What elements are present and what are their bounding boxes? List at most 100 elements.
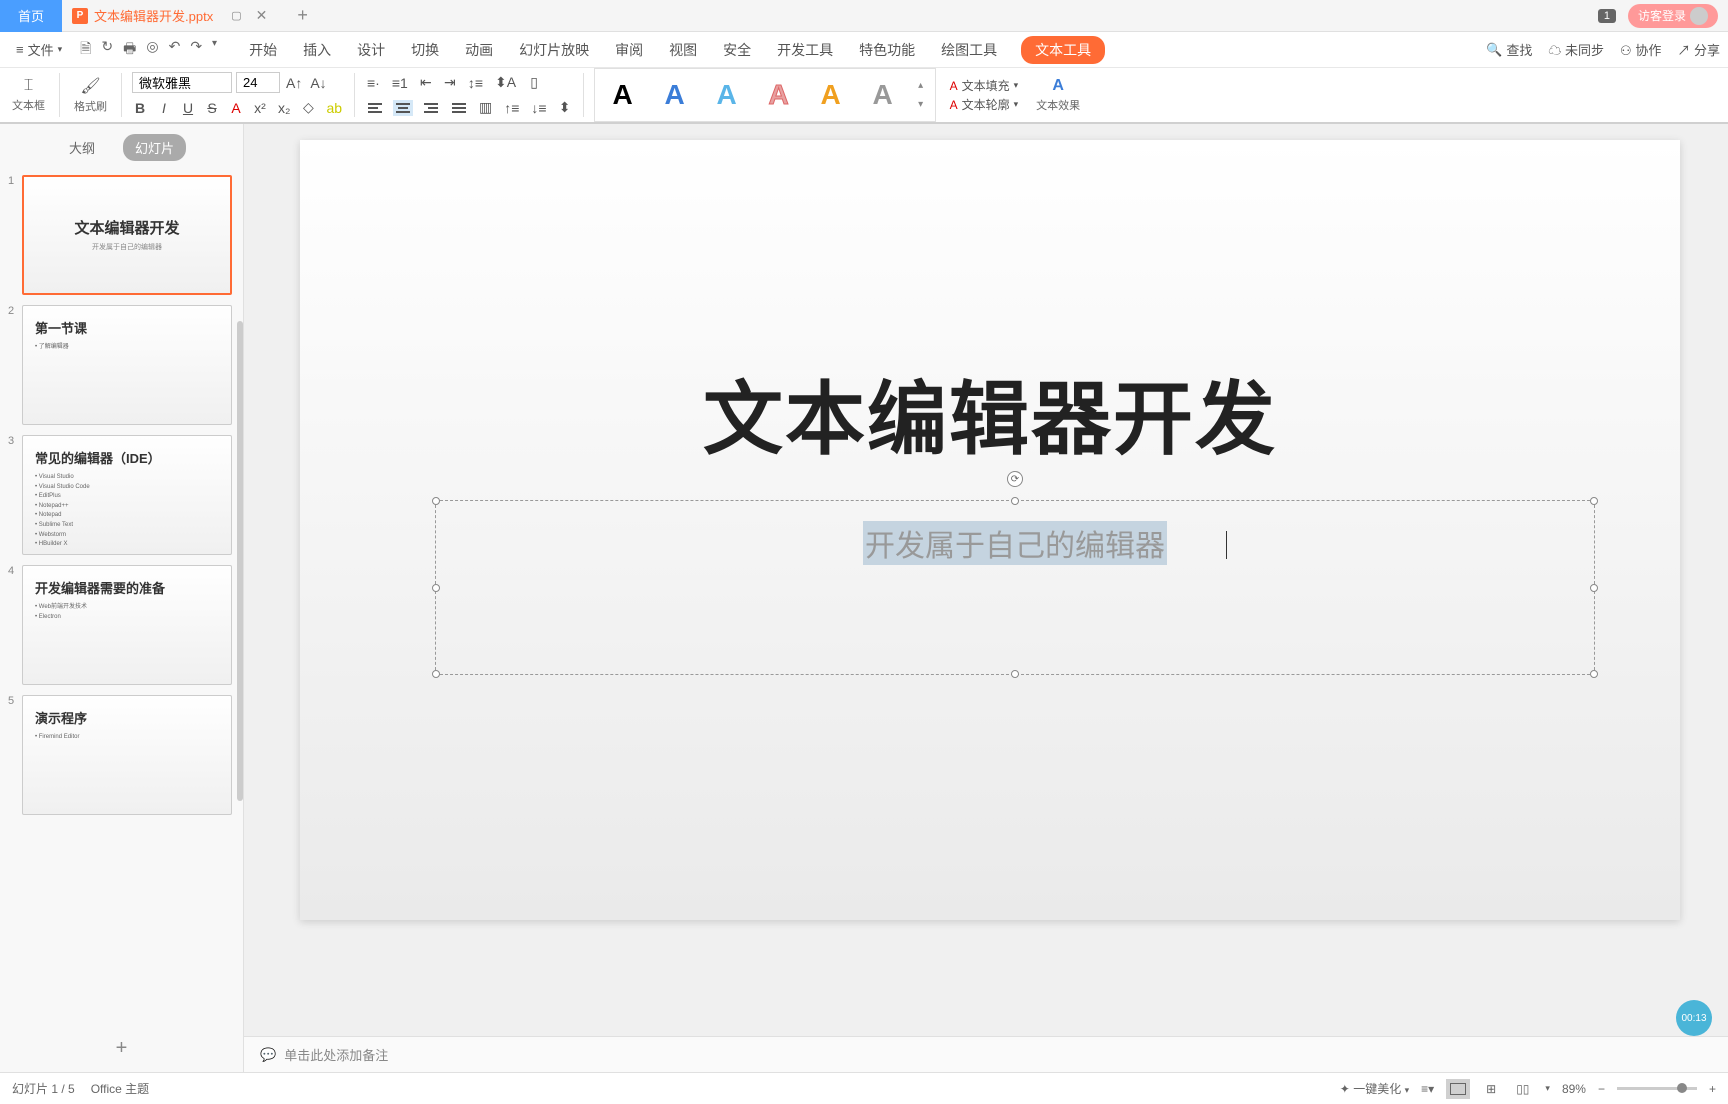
menu-start[interactable]: 开始	[247, 36, 279, 64]
font-grow-icon[interactable]: A↑	[284, 73, 304, 93]
share-button[interactable]: ↗ 分享	[1677, 40, 1720, 59]
thumbnail-item[interactable]: 5演示程序• Firemind Editor	[8, 695, 235, 815]
textbox-group[interactable]: ⌶ 文本框	[8, 77, 49, 113]
normal-view-button[interactable]	[1446, 1079, 1470, 1099]
menu-transition[interactable]: 切换	[409, 36, 441, 64]
search-box[interactable]: 🔍 查找	[1486, 40, 1532, 59]
text-fill-button[interactable]: A文本填充▾	[950, 77, 1019, 94]
notification-badge[interactable]: 1	[1598, 9, 1616, 23]
thumb-preview[interactable]: 文本编辑器开发开发属于自己的编辑器	[22, 175, 232, 295]
resize-handle-tr[interactable]	[1590, 497, 1598, 505]
save-icon[interactable]: 🗎	[80, 38, 91, 62]
style-preset-4[interactable]: A	[755, 73, 803, 117]
menu-dev-tools[interactable]: 开发工具	[775, 36, 835, 64]
highlight-button[interactable]: ab	[324, 98, 344, 118]
tab-file[interactable]: P 文本编辑器开发.pptx ▢ ✕	[62, 0, 277, 32]
align-center-button[interactable]	[393, 100, 413, 116]
beautify-button[interactable]: ✦ 一键美化 ▾	[1340, 1080, 1409, 1097]
menu-text-tools[interactable]: 文本工具	[1021, 36, 1105, 64]
menu-review[interactable]: 审阅	[613, 36, 645, 64]
notes-toggle-icon[interactable]: ≡▾	[1421, 1082, 1434, 1096]
thumb-preview[interactable]: 常见的编辑器（IDE）• Visual Studio• Visual Studi…	[22, 435, 232, 555]
spacing-after-button[interactable]: ↓≡	[529, 98, 548, 118]
slideshow-icon[interactable]: ▢	[231, 9, 241, 22]
file-menu[interactable]: ≡ 文件 ▾	[8, 40, 70, 59]
text-outline-button[interactable]: A文本轮廓▾	[950, 96, 1019, 113]
columns-button[interactable]: ▥	[477, 97, 494, 118]
slide-title[interactable]: 文本编辑器开发	[703, 355, 1277, 471]
thumbnail-item[interactable]: 1文本编辑器开发开发属于自己的编辑器	[8, 175, 235, 295]
font-shrink-icon[interactable]: A↓	[308, 73, 328, 93]
text-direction-button[interactable]: ⬍A	[493, 72, 518, 93]
timer-badge[interactable]: 00:13	[1676, 1000, 1712, 1036]
style-preset-1[interactable]: A	[599, 73, 647, 117]
bold-button[interactable]: B	[132, 98, 148, 118]
add-slide-button[interactable]: +	[0, 1025, 243, 1072]
bullets-button[interactable]: ≡·	[365, 73, 382, 93]
style-gallery-more[interactable]: ▴▾	[911, 73, 931, 117]
zoom-slider[interactable]	[1617, 1087, 1697, 1090]
italic-button[interactable]: I	[156, 98, 172, 118]
menu-slideshow[interactable]: 幻灯片放映	[517, 36, 591, 64]
sync-status[interactable]: ☁ 未同步	[1548, 40, 1604, 59]
strike-button[interactable]: S	[204, 98, 220, 118]
thumbnail-item[interactable]: 4开发编辑器需要的准备• Web前端开发技术• Electron	[8, 565, 235, 685]
text-effects-dropdown[interactable]: A 文本效果	[1032, 77, 1084, 113]
menu-view[interactable]: 视图	[667, 36, 699, 64]
paragraph-spacing-button[interactable]: ⬍	[557, 97, 573, 118]
menu-animation[interactable]: 动画	[463, 36, 495, 64]
justify-button[interactable]	[449, 100, 469, 116]
slide-canvas[interactable]: 文本编辑器开发 ⟳ 开发属于自己的编辑器	[300, 140, 1680, 920]
resize-handle-br[interactable]	[1590, 670, 1598, 678]
format-painter-group[interactable]: 🖌 格式刷	[70, 76, 111, 114]
outline-tab[interactable]: 大纲	[57, 134, 107, 161]
close-tab-icon[interactable]: ✕	[256, 7, 268, 24]
login-button[interactable]: 访客登录	[1628, 4, 1718, 28]
zoom-thumb[interactable]	[1677, 1083, 1687, 1093]
reading-view-button[interactable]: ▯▯	[1512, 1078, 1533, 1100]
menu-drawing-tools[interactable]: 绘图工具	[939, 36, 999, 64]
font-color-button[interactable]: A	[228, 98, 244, 118]
align-right-button[interactable]	[421, 100, 441, 116]
zoom-in-button[interactable]: +	[1709, 1082, 1716, 1096]
new-tab-button[interactable]: +	[297, 5, 308, 26]
spacing-before-button[interactable]: ↑≡	[502, 98, 521, 118]
zoom-level[interactable]: 89%	[1562, 1082, 1586, 1096]
resize-handle-tl[interactable]	[432, 497, 440, 505]
thumb-preview[interactable]: 演示程序• Firemind Editor	[22, 695, 232, 815]
line-spacing-button[interactable]: ↕≡	[466, 73, 485, 93]
redo-icon[interactable]: ↷	[190, 38, 202, 62]
menu-features[interactable]: 特色功能	[857, 36, 917, 64]
thumb-preview[interactable]: 开发编辑器需要的准备• Web前端开发技术• Electron	[22, 565, 232, 685]
sorter-view-button[interactable]: ⊞	[1482, 1078, 1500, 1100]
selected-textbox[interactable]: ⟳ 开发属于自己的编辑器	[435, 500, 1595, 675]
rotate-handle[interactable]: ⟳	[1007, 471, 1023, 487]
zoom-out-button[interactable]: −	[1598, 1082, 1605, 1096]
tab-home[interactable]: 首页	[0, 0, 62, 32]
thumbnail-item[interactable]: 3常见的编辑器（IDE）• Visual Studio• Visual Stud…	[8, 435, 235, 555]
print-icon[interactable]: 🖶	[123, 38, 136, 62]
resize-handle-bl[interactable]	[432, 670, 440, 678]
slide-subtitle[interactable]: 开发属于自己的编辑器	[863, 521, 1167, 565]
view-more[interactable]: ▾	[1545, 1083, 1550, 1094]
menu-security[interactable]: 安全	[721, 36, 753, 64]
subscript-button[interactable]: x₂	[276, 98, 292, 118]
clear-format-button[interactable]: ◇	[300, 97, 316, 118]
numbering-button[interactable]: ≡1	[390, 73, 410, 93]
slides-tab[interactable]: 幻灯片	[123, 134, 186, 161]
menu-design[interactable]: 设计	[355, 36, 387, 64]
collab-button[interactable]: ⚇ 协作	[1620, 40, 1661, 59]
menu-insert[interactable]: 插入	[301, 36, 333, 64]
indent-button[interactable]: ⇥	[442, 72, 458, 93]
resize-handle-ml[interactable]	[432, 584, 440, 592]
preview-icon[interactable]: ◎	[146, 38, 158, 62]
more-icon[interactable]: ▾	[212, 38, 217, 62]
thumbnail-item[interactable]: 2第一节课• 了解编辑器	[8, 305, 235, 425]
style-preset-2[interactable]: A	[651, 73, 699, 117]
style-preset-5[interactable]: A	[807, 73, 855, 117]
superscript-button[interactable]: x²	[252, 98, 268, 118]
refresh-icon[interactable]: ↻	[101, 38, 113, 62]
resize-handle-bm[interactable]	[1011, 670, 1019, 678]
notes-bar[interactable]: 💬 单击此处添加备注	[244, 1036, 1728, 1072]
outdent-button[interactable]: ⇤	[418, 72, 434, 93]
